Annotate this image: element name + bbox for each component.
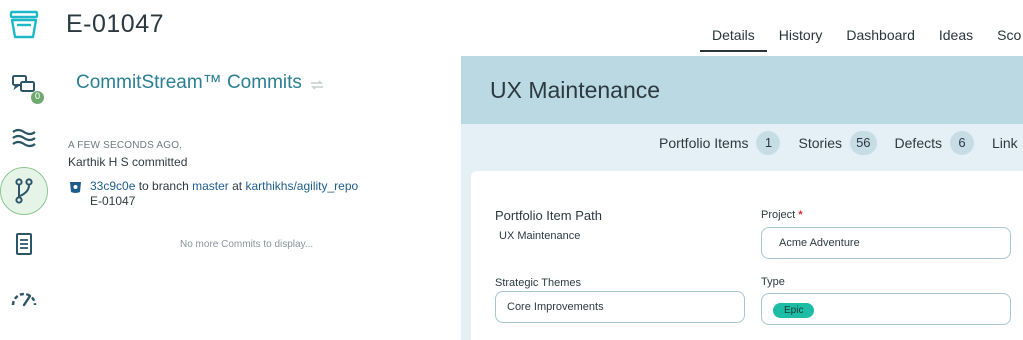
tab-history[interactable]: History <box>767 24 835 52</box>
count-badge-defects[interactable]: 6 <box>950 131 974 155</box>
count-label-defects[interactable]: Defects <box>895 135 942 151</box>
detail-tabs: Details History Dashboard Ideas Sco <box>700 24 1023 52</box>
commit-line: 33c9c0e to branch master at karthikhs/ag… <box>90 179 358 193</box>
portfolio-path-label: Portfolio Item Path <box>495 208 602 223</box>
branch-icon[interactable] <box>0 173 48 209</box>
item-id-title: E-01047 <box>66 10 165 38</box>
project-label-text: Project <box>761 209 796 221</box>
icon-rail: 0 <box>0 0 48 340</box>
commit-item-id: E-01047 <box>90 194 136 208</box>
tab-ideas[interactable]: Ideas <box>927 24 985 52</box>
count-label-links[interactable]: Link <box>992 135 1018 151</box>
waves-icon[interactable] <box>0 124 48 152</box>
repository-icon <box>69 180 82 199</box>
commit-hash-link[interactable]: 33c9c0e <box>90 179 135 193</box>
tab-details[interactable]: Details <box>700 24 767 52</box>
strategic-themes-field[interactable]: Core Improvements <box>495 291 745 323</box>
strategic-themes-label: Strategic Themes <box>495 277 582 289</box>
count-badge-portfolio-items[interactable]: 1 <box>756 131 781 155</box>
commit-time: A FEW SECONDS AGO, <box>68 140 183 151</box>
branch-link[interactable]: master <box>192 179 229 193</box>
repo-link[interactable]: karthikhs/agility_repo <box>245 179 358 193</box>
required-marker: * <box>798 209 803 221</box>
count-label-stories[interactable]: Stories <box>798 135 842 151</box>
type-field[interactable]: Epic <box>761 293 1011 325</box>
gauge-icon[interactable] <box>0 286 48 310</box>
count-badge-stories[interactable]: 56 <box>850 131 877 155</box>
conversations-badge: 0 <box>31 91 44 104</box>
detail-title: UX Maintenance <box>490 77 661 103</box>
commit-at-text: at <box>228 179 246 193</box>
inbox-icon[interactable] <box>0 8 48 42</box>
refresh-icon[interactable] <box>309 78 325 96</box>
type-epic-tag: Epic <box>773 303 815 318</box>
tab-sco[interactable]: Sco <box>985 24 1023 52</box>
type-label: Type <box>761 276 785 288</box>
commit-author: Karthik H S committed <box>68 155 188 169</box>
document-icon[interactable] <box>0 230 48 258</box>
no-more-commits-message: No more Commits to display... <box>180 239 314 250</box>
commit-to-branch-text: to branch <box>135 179 193 193</box>
commitstream-title: CommitStream™ Commits <box>76 72 302 93</box>
portfolio-path-value: UX Maintenance <box>499 230 581 242</box>
tab-dashboard[interactable]: Dashboard <box>834 24 927 52</box>
relationship-counts: Portfolio Items 1 Stories 56 Defects 6 L… <box>659 131 1023 155</box>
project-label: Project * <box>761 209 803 221</box>
count-label-portfolio-items[interactable]: Portfolio Items <box>659 135 748 151</box>
project-field[interactable]: Acme Adventure <box>761 227 1011 259</box>
